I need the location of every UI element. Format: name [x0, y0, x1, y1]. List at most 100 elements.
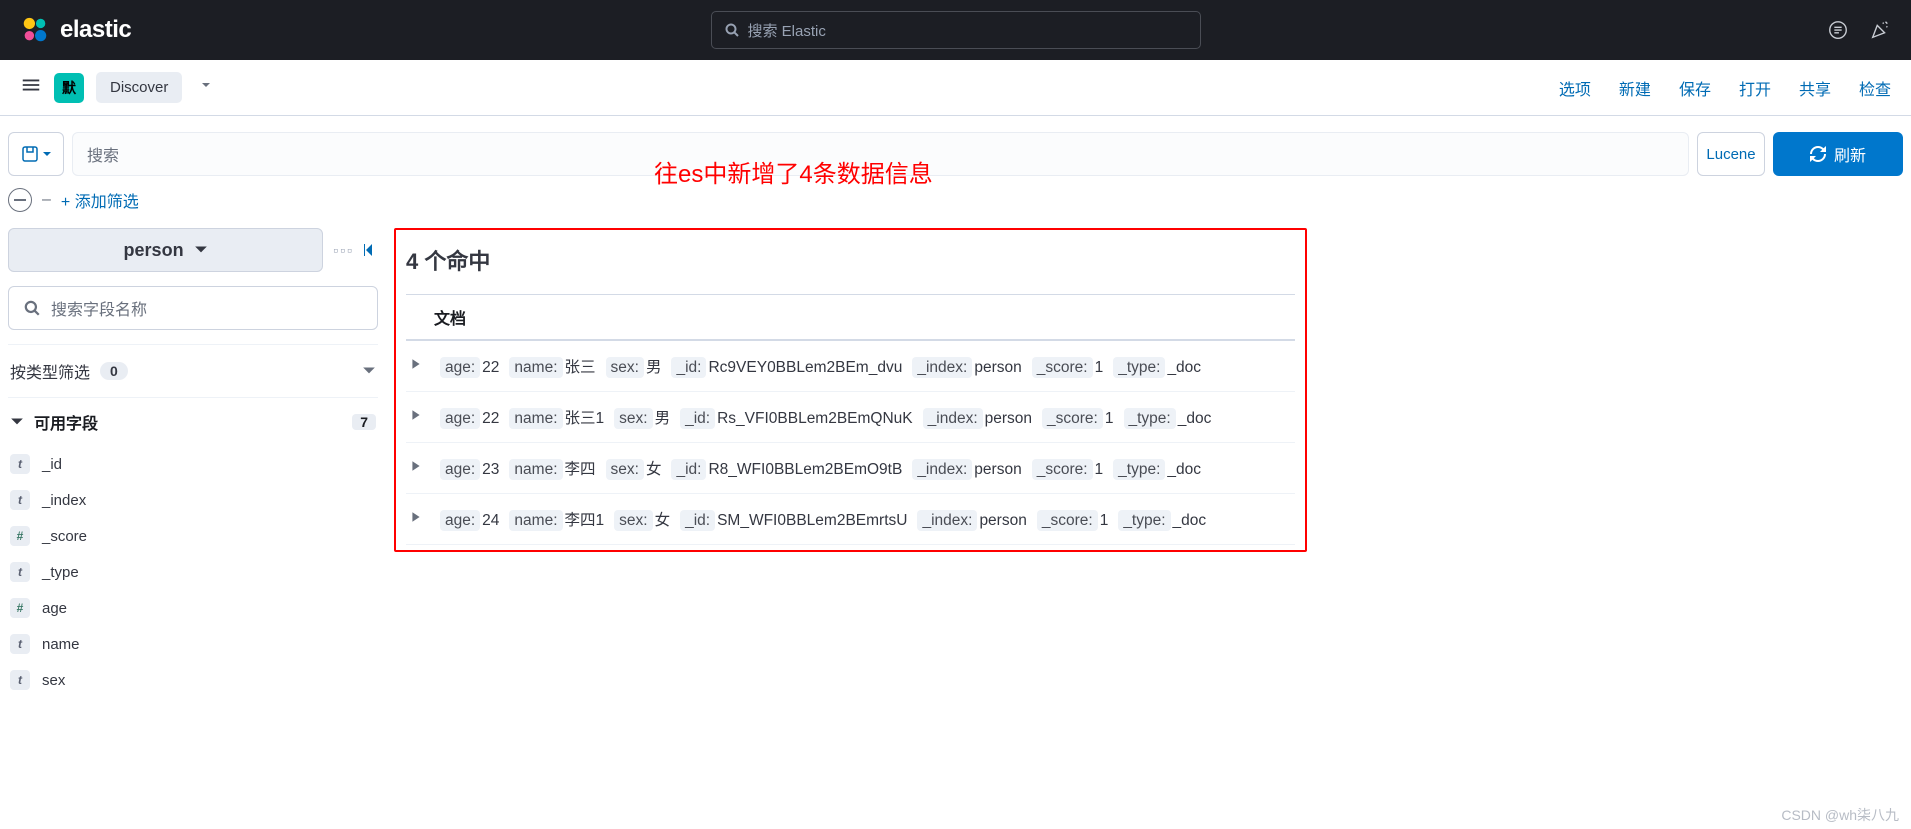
doc-field-value: 女: [655, 512, 671, 529]
annotation-box: 4 个命中 文档 age:22name:张三sex:男_id:Rc9VEY0BB…: [394, 228, 1307, 552]
doc-field-value: 1: [1105, 410, 1114, 427]
doc-field-value: 女: [646, 461, 662, 478]
doc-row: age:24name:李四1sex:女_id:SM_WFI0BBLem2BEmr…: [406, 494, 1295, 545]
available-fields-label: 可用字段: [34, 410, 98, 434]
doc-field-key: _type:: [1113, 459, 1165, 480]
celebrate-icon[interactable]: [1869, 19, 1891, 41]
doc-field-key: name:: [509, 459, 562, 480]
doc-field-value: _doc: [1178, 410, 1212, 427]
doc-field-key: sex:: [606, 357, 644, 378]
available-fields-header[interactable]: 可用字段 7: [8, 398, 378, 446]
nav-save[interactable]: 保存: [1679, 76, 1711, 100]
doc-field-key: _index:: [912, 459, 972, 480]
breadcrumb-chevron-icon[interactable]: [198, 77, 214, 98]
doc-field-key: _index:: [917, 510, 977, 531]
results-area: 往es中新增了4条数据信息 4 个命中 文档 age:22name:张三sex:…: [394, 228, 1903, 698]
doc-field-key: _type:: [1113, 357, 1165, 378]
refresh-button[interactable]: 刷新: [1773, 132, 1903, 176]
doc-field-key: _type:: [1118, 510, 1170, 531]
available-fields-count: 7: [352, 414, 376, 430]
doc-field-key: age:: [440, 510, 480, 531]
doc-field-key: _id:: [671, 357, 706, 378]
saved-query-button[interactable]: [8, 132, 64, 176]
query-language-switcher[interactable]: Lucene: [1697, 132, 1765, 176]
app-nav: 默 Discover 选项 新建 保存 打开 共享 检查: [0, 60, 1911, 116]
filter-by-type[interactable]: 按类型筛选 0: [8, 344, 378, 398]
nav-open[interactable]: 打开: [1739, 76, 1771, 100]
save-icon: [21, 145, 39, 163]
expand-row-button[interactable]: [410, 357, 430, 375]
doc-field-key: age:: [440, 459, 480, 480]
filter-icon: [14, 194, 26, 206]
doc-field-value: SM_WFI0BBLem2BEmrtsU: [717, 512, 907, 529]
expand-row-button[interactable]: [410, 510, 430, 528]
index-pattern-selector[interactable]: person: [8, 228, 323, 272]
field-item[interactable]: tname: [8, 626, 378, 662]
doc-field-key: age:: [440, 408, 480, 429]
field-search-placeholder: 搜索字段名称: [51, 296, 147, 320]
query-placeholder: 搜索: [87, 142, 119, 166]
doc-field-value: Rs_VFI0BBLem2BEmQNuK: [717, 410, 913, 427]
filter-options-button[interactable]: [8, 188, 32, 212]
field-type-icon: t: [10, 634, 30, 654]
field-type-icon: #: [10, 598, 30, 618]
brand-logo[interactable]: elastic: [20, 15, 131, 45]
doc-field-value: 张三: [565, 359, 596, 376]
doc-field-value: 男: [655, 410, 671, 427]
field-name: _id: [42, 456, 62, 473]
doc-field-key: _score:: [1037, 510, 1098, 531]
field-item[interactable]: tsex: [8, 662, 378, 698]
filter-by-type-label: 按类型筛选: [10, 359, 90, 383]
nav-options[interactable]: 选项: [1559, 76, 1591, 100]
doc-field-value: 张三1: [565, 410, 605, 427]
doc-field-value: person: [985, 410, 1032, 427]
doc-field-key: name:: [509, 510, 562, 531]
fields-sidebar: person ▫▫▫ 搜索字段名称 按类型筛选 0 可用字段 7 t_idt_i…: [8, 228, 378, 698]
hit-count: 4 个命中: [406, 244, 1295, 276]
annotation-text: 往es中新增了4条数据信息: [654, 154, 933, 189]
field-type-icon: #: [10, 526, 30, 546]
doc-field-key: name:: [509, 408, 562, 429]
filter-separator: –: [42, 191, 51, 209]
doc-field-value: _doc: [1173, 512, 1207, 529]
nav-new[interactable]: 新建: [1619, 76, 1651, 100]
field-item[interactable]: #age: [8, 590, 378, 626]
expand-row-button[interactable]: [410, 408, 430, 426]
brand-text: elastic: [60, 16, 131, 44]
watermark: CSDN @wh柒八九: [1781, 805, 1899, 825]
field-type-icon: t: [10, 670, 30, 690]
global-header: elastic 搜索 Elastic: [0, 0, 1911, 60]
filter-count-badge: 0: [100, 362, 128, 380]
doc-field-key: _score:: [1042, 408, 1103, 429]
expand-row-button[interactable]: [410, 459, 430, 477]
collapse-left-icon[interactable]: [362, 242, 378, 258]
doc-field-key: sex:: [614, 408, 652, 429]
field-search-input[interactable]: 搜索字段名称: [8, 286, 378, 330]
doc-source: age:22name:张三1sex:男_id:Rs_VFI0BBLem2BEmQ…: [440, 406, 1221, 428]
drag-handle-icon[interactable]: ▫▫▫: [333, 242, 354, 258]
news-icon[interactable]: [1827, 19, 1849, 41]
app-title-button[interactable]: Discover: [96, 72, 182, 103]
doc-field-key: name:: [509, 357, 562, 378]
field-item[interactable]: t_index: [8, 482, 378, 518]
doc-field-value: Rc9VEY0BBLem2BEm_dvu: [708, 359, 902, 376]
space-selector[interactable]: 默: [54, 73, 84, 103]
doc-field-key: _score:: [1032, 459, 1093, 480]
nav-toggle[interactable]: [20, 74, 42, 101]
nav-inspect[interactable]: 检查: [1859, 76, 1891, 100]
field-item[interactable]: t_type: [8, 554, 378, 590]
field-item[interactable]: #_score: [8, 518, 378, 554]
global-search[interactable]: 搜索 Elastic: [711, 11, 1201, 49]
doc-field-value: 李四1: [565, 512, 605, 529]
doc-row: age:23name:李四sex:女_id:R8_WFI0BBLem2BEmO9…: [406, 443, 1295, 494]
doc-field-value: 1: [1095, 359, 1104, 376]
nav-share[interactable]: 共享: [1799, 76, 1831, 100]
doc-field-value: 24: [482, 512, 499, 529]
filter-bar: – + 添加筛选: [0, 176, 1911, 228]
field-item[interactable]: t_id: [8, 446, 378, 482]
doc-field-value: person: [974, 461, 1021, 478]
doc-field-value: 22: [482, 359, 499, 376]
global-search-placeholder: 搜索 Elastic: [748, 20, 826, 41]
doc-field-key: _index:: [923, 408, 983, 429]
add-filter-button[interactable]: + 添加筛选: [61, 188, 139, 212]
